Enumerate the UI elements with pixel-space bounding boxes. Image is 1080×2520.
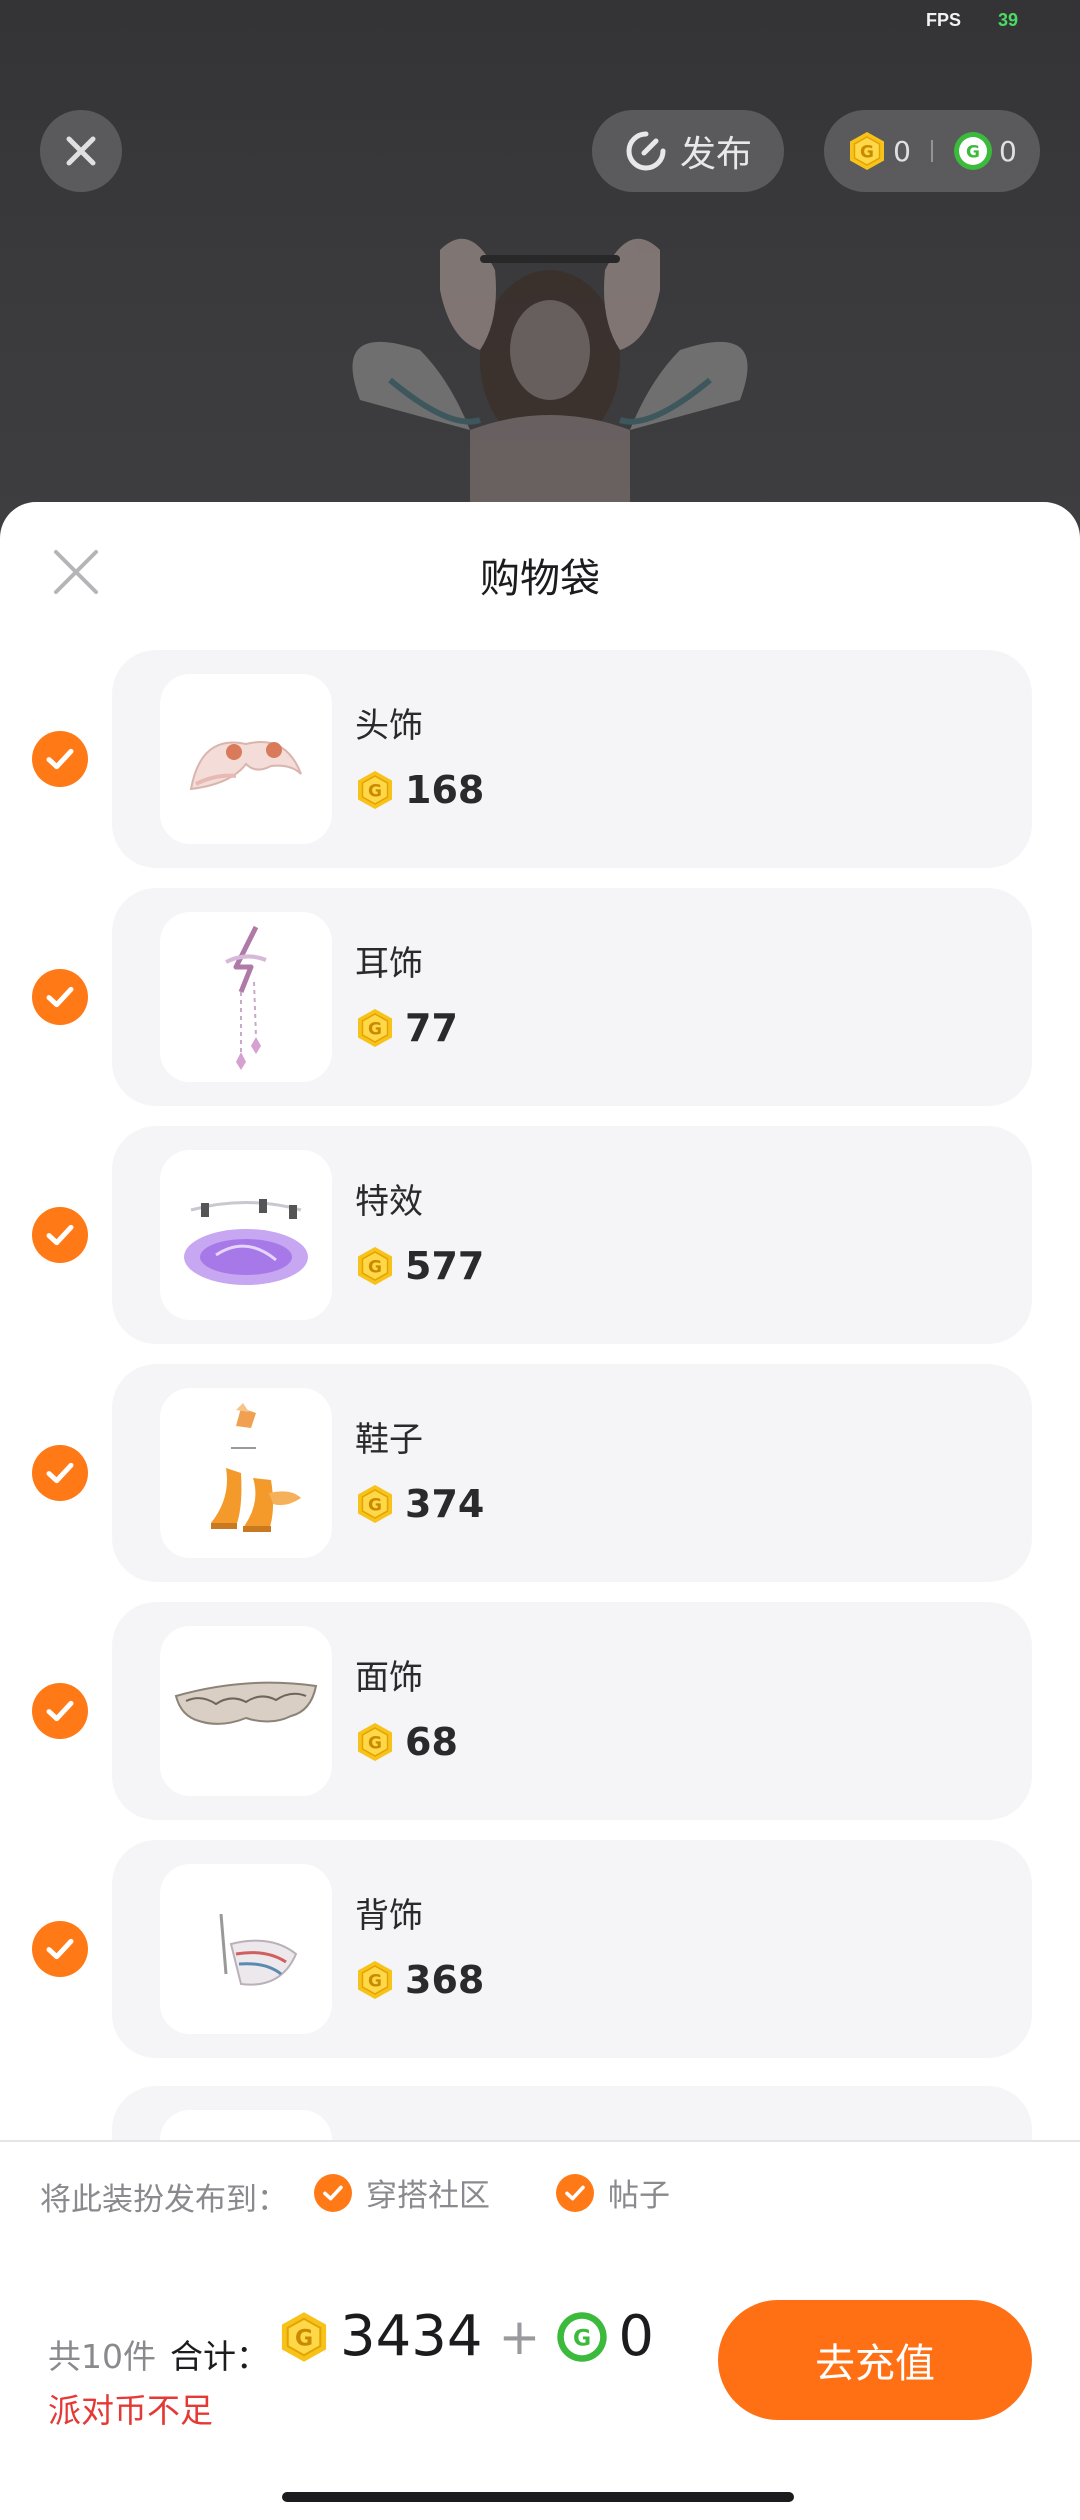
- item-name: 特效: [355, 1182, 423, 1222]
- check-icon: [38, 1451, 82, 1495]
- item-price: 168: [355, 768, 484, 812]
- item-checkbox[interactable]: [32, 731, 88, 787]
- back-accessory-thumbnail: [160, 1864, 332, 2034]
- gold-coin-icon: [355, 1960, 395, 2000]
- item-count: 共10件: [48, 2337, 156, 2376]
- green-total: 0: [618, 2304, 655, 2369]
- item-checkbox[interactable]: [32, 969, 88, 1025]
- item-checkbox[interactable]: [32, 1921, 88, 1977]
- price-value: 68: [405, 1720, 458, 1764]
- gold-coin-balance: 0: [893, 134, 911, 168]
- list-item: 特效 577: [0, 1126, 1080, 1344]
- shopping-bag-sheet: 购物袋 头饰 168 耳饰 77 特效 577 鞋子 374 面饰 68 背饰 …: [0, 502, 1080, 2520]
- list-item: 鞋子 374: [0, 1364, 1080, 1582]
- total-amount: 3434 + 0: [278, 2304, 654, 2369]
- gold-total: 3434: [340, 2304, 483, 2369]
- recharge-label: 去充值: [815, 2341, 935, 2387]
- publish-option-community[interactable]: 穿搭社区: [314, 2170, 490, 2215]
- item-price: 368: [355, 1958, 484, 2002]
- check-icon: [314, 2173, 352, 2212]
- check-icon: [38, 737, 82, 781]
- gold-coin-icon: [355, 1246, 395, 1286]
- list-item: 背饰 368: [0, 1840, 1080, 2058]
- publish-label: 发布: [679, 134, 752, 175]
- plus-sign: +: [498, 2307, 541, 2366]
- gold-coin-icon: [278, 2311, 330, 2363]
- gold-coin-icon: [355, 770, 395, 810]
- price-value: 368: [405, 1958, 485, 2002]
- item-card[interactable]: 鞋子 374: [112, 1364, 1032, 1582]
- publish-icon: [626, 131, 666, 171]
- check-icon: [38, 975, 82, 1019]
- total-label: 合计：: [170, 2337, 269, 2376]
- recharge-button[interactable]: 去充值: [718, 2300, 1032, 2420]
- check-icon: [38, 1927, 82, 1971]
- publish-to-bar: 将此装扮发布到： 穿搭社区 帖子: [0, 2140, 1080, 2250]
- green-coin-icon: [953, 131, 993, 171]
- item-card[interactable]: 特效 577: [112, 1126, 1032, 1344]
- price-value: 168: [405, 768, 485, 812]
- green-coin-balance: 0: [999, 134, 1017, 168]
- close-icon: [66, 136, 96, 166]
- item-name: 头饰: [355, 706, 423, 746]
- checkout-footer: 共10件 合计： 3434 + 0 派对币不足 去充值: [0, 2248, 1080, 2520]
- publish-button[interactable]: 发布: [592, 110, 784, 192]
- item-name: 耳饰: [355, 944, 423, 984]
- option-label: 穿搭社区: [366, 2178, 490, 2214]
- item-card[interactable]: 背饰 368: [112, 1840, 1032, 2058]
- shoes-thumbnail: [160, 1388, 332, 1558]
- headwear-thumbnail: [160, 674, 332, 844]
- fps-label: FPS: [926, 10, 962, 30]
- price-value: 77: [405, 1006, 458, 1050]
- item-card[interactable]: 面饰 68: [112, 1602, 1032, 1820]
- green-coin-icon: [556, 2311, 608, 2363]
- price-value: 577: [405, 1244, 485, 1288]
- sheet-title: 购物袋: [480, 556, 600, 602]
- item-name: 鞋子: [355, 1420, 423, 1460]
- item-price: 68: [355, 1720, 458, 1764]
- gold-coin-icon: [355, 1484, 395, 1524]
- fps-value: 39: [998, 10, 1019, 30]
- divider: [931, 140, 933, 162]
- avatar-figure: [352, 238, 748, 540]
- item-name: 面饰: [355, 1658, 423, 1698]
- list-item: 面饰 68: [0, 1602, 1080, 1820]
- check-icon: [556, 2173, 594, 2212]
- list-item: 头饰 168: [0, 650, 1080, 868]
- gold-coin-icon: [355, 1722, 395, 1762]
- face-accessory-thumbnail: [160, 1626, 332, 1796]
- effect-thumbnail: [160, 1150, 332, 1320]
- option-label: 帖子: [608, 2178, 670, 2214]
- item-checkbox[interactable]: [32, 1683, 88, 1739]
- gold-coin-icon: [355, 1008, 395, 1048]
- item-checkbox[interactable]: [32, 1207, 88, 1263]
- item-price: 577: [355, 1244, 484, 1288]
- check-icon: [38, 1689, 82, 1733]
- price-value: 374: [405, 1482, 485, 1526]
- gold-coin-icon: [847, 131, 887, 171]
- publish-to-label: 将此装扮发布到：: [40, 2182, 288, 2218]
- publish-option-post[interactable]: 帖子: [556, 2170, 670, 2215]
- item-price: 374: [355, 1482, 484, 1526]
- check-icon: [38, 1213, 82, 1257]
- item-price: 77: [355, 1006, 458, 1050]
- home-indicator[interactable]: [282, 2492, 794, 2502]
- insufficient-warning: 派对币不足: [48, 2391, 213, 2430]
- item-card[interactable]: 头饰 168: [112, 650, 1032, 868]
- close-button[interactable]: [40, 110, 122, 192]
- avatar-scene: FPS 39 发布 0 0: [0, 0, 1080, 540]
- item-card[interactable]: 耳饰 77: [112, 888, 1032, 1106]
- currency-balance[interactable]: 0 0: [824, 110, 1040, 192]
- list-item: 耳饰 77: [0, 888, 1080, 1106]
- item-name: 背饰: [355, 1896, 423, 1936]
- earring-thumbnail: [160, 912, 332, 1082]
- item-checkbox[interactable]: [32, 1445, 88, 1501]
